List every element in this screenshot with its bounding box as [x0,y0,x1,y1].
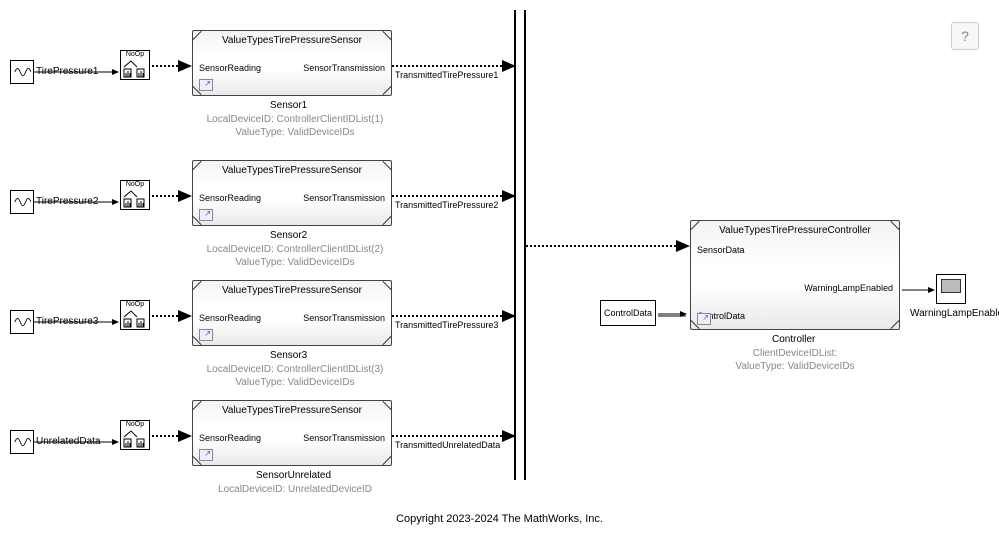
sensor-port-in: SensorReading [199,63,261,73]
noop-block-3[interactable]: NoOp [120,300,150,330]
signal-icon [13,63,31,81]
sensor-port-out: SensorTransmission [303,433,385,443]
source-label-4: UnrelatedData [36,436,100,447]
sensor-port-out: SensorTransmission [303,193,385,203]
model-ref-icon [199,209,213,221]
signal-icon [13,313,31,331]
noop-label: NoOp [121,51,149,59]
sensor-sub2-1: ValueType: ValidDeviceIDs [200,127,390,138]
sensor-sub1-1: LocalDeviceID: ControllerClientIDList(1) [200,114,390,125]
source-label-2: TirePressure2 [36,196,98,207]
noop-icon [121,429,149,449]
control-data-label: ControlData [604,308,652,318]
noop-icon [121,309,149,329]
model-ref-icon [199,449,213,461]
model-ref-icon [697,313,711,325]
source-block-1[interactable] [10,60,34,84]
controller-name: Controller [772,334,815,345]
help-icon: ? [961,28,969,44]
controller-block[interactable]: ValueTypesTirePressureController SensorD… [690,220,900,330]
signal-label-2: TransmittedTirePressure2 [395,200,498,210]
control-data-block[interactable]: ControlData [600,300,656,326]
signal-icon [13,193,31,211]
sensor-sub2-2: ValueType: ValidDeviceIDs [200,257,390,268]
noop-label: NoOp [121,181,149,189]
controller-sub2: ValueType: ValidDeviceIDs [690,361,900,372]
signal-label-4: TransmittedUnrelatedData [395,440,500,450]
sensor-sub2-3: ValueType: ValidDeviceIDs [200,377,390,388]
source-label-3: TirePressure3 [36,316,98,327]
sensor-title: ValueTypesTirePressureSensor [193,285,391,296]
sensor-block-3[interactable]: ValueTypesTirePressureSensor SensorReadi… [192,280,392,346]
source-label-1: TirePressure1 [36,66,98,77]
sensor-block-4[interactable]: ValueTypesTirePressureSensor SensorReadi… [192,400,392,466]
noop-label: NoOp [121,421,149,429]
scope-label: WarningLampEnabled [910,308,998,319]
copyright-footer: Copyright 2023-2024 The MathWorks, Inc. [0,513,999,525]
source-block-3[interactable] [10,310,34,334]
noop-icon [121,59,149,79]
sensor-sub1-3: LocalDeviceID: ControllerClientIDList(3) [200,364,390,375]
sensor-sub1-2: LocalDeviceID: ControllerClientIDList(2) [200,244,390,255]
scope-block[interactable] [936,274,966,304]
controller-sub1: ClientDeviceIDList: [690,348,900,359]
help-button[interactable]: ? [951,22,979,50]
sensor-name-1: Sensor1 [270,100,307,111]
sensor-title: ValueTypesTirePressureSensor [193,35,391,46]
source-block-2[interactable] [10,190,34,214]
sensor-port-in: SensorReading [199,433,261,443]
sensor-block-2[interactable]: ValueTypesTirePressureSensor SensorReadi… [192,160,392,226]
noop-label: NoOp [121,301,149,309]
source-block-4[interactable] [10,430,34,454]
simulink-canvas[interactable]: ? TirePre [0,0,999,535]
sensor-title: ValueTypesTirePressureSensor [193,165,391,176]
sensor-port-out: SensorTransmission [303,313,385,323]
model-ref-icon [199,329,213,341]
signal-icon [13,433,31,451]
sensor-title: ValueTypesTirePressureSensor [193,405,391,416]
sensor-sub1-4: LocalDeviceID: UnrelatedDeviceID [200,484,390,495]
noop-block-1[interactable]: NoOp [120,50,150,80]
sensor-port-in: SensorReading [199,193,261,203]
noop-block-4[interactable]: NoOp [120,420,150,450]
sensor-block-1[interactable]: ValueTypesTirePressureSensor SensorReadi… [192,30,392,96]
scope-screen-icon [941,279,961,293]
model-ref-icon [199,79,213,91]
bus-creator-bar[interactable] [514,10,526,480]
noop-icon [121,189,149,209]
signal-label-1: TransmittedTirePressure1 [395,70,498,80]
controller-port-out: WarningLampEnabled [804,283,893,293]
controller-port-in1: SensorData [697,245,745,255]
sensor-name-2: Sensor2 [270,230,307,241]
sensor-name-3: Sensor3 [270,350,307,361]
noop-block-2[interactable]: NoOp [120,180,150,210]
sensor-name-4: SensorUnrelated [256,470,331,481]
sensor-port-in: SensorReading [199,313,261,323]
signal-label-3: TransmittedTirePressure3 [395,320,498,330]
controller-title: ValueTypesTirePressureController [691,225,899,236]
sensor-port-out: SensorTransmission [303,63,385,73]
